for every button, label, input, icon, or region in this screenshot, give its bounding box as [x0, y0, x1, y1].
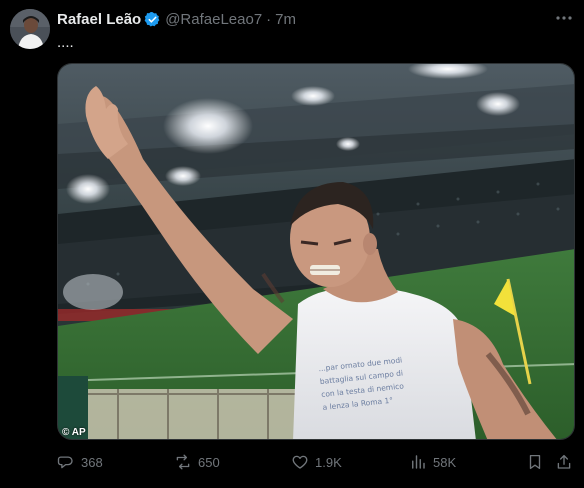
reply-icon	[57, 456, 73, 469]
reply-count: 368	[81, 454, 103, 470]
verified-badge-icon	[144, 11, 161, 28]
views-button[interactable]: 58K	[409, 450, 456, 474]
avatar[interactable]	[10, 9, 50, 49]
tweet-photo[interactable]: ...par ornato due modi battaglia sul cam…	[57, 63, 575, 440]
tweet-text: ....	[57, 34, 74, 51]
author-display-name[interactable]: Rafael Leão	[57, 11, 141, 28]
bookmark-button[interactable]	[526, 450, 544, 474]
photo-credit: © AP	[62, 427, 86, 438]
more-icon[interactable]	[554, 8, 574, 28]
share-button[interactable]	[555, 450, 573, 474]
separator-dot: ·	[266, 10, 272, 28]
heart-icon	[292, 455, 308, 469]
view-count: 58K	[433, 454, 457, 470]
repost-button[interactable]: 650	[174, 450, 220, 474]
tweet[interactable]: Rafael Leão @RafaeLeao7 · 7m .... ...par…	[0, 0, 584, 488]
repost-count: 650	[198, 454, 220, 470]
timestamp[interactable]: 7m	[275, 11, 296, 28]
tweet-actions: 368 650 1.9K 58K	[57, 450, 575, 474]
like-button[interactable]: 1.9K	[291, 450, 342, 474]
repost-icon	[176, 454, 190, 470]
like-count: 1.9K	[315, 454, 342, 470]
bookmark-icon	[529, 454, 541, 470]
tweet-header: Rafael Leão @RafaeLeao7 · 7m	[57, 9, 296, 29]
views-icon	[412, 455, 425, 469]
share-icon	[557, 454, 571, 469]
author-handle[interactable]: @RafaeLeao7	[165, 11, 262, 28]
reply-button[interactable]: 368	[57, 450, 103, 474]
